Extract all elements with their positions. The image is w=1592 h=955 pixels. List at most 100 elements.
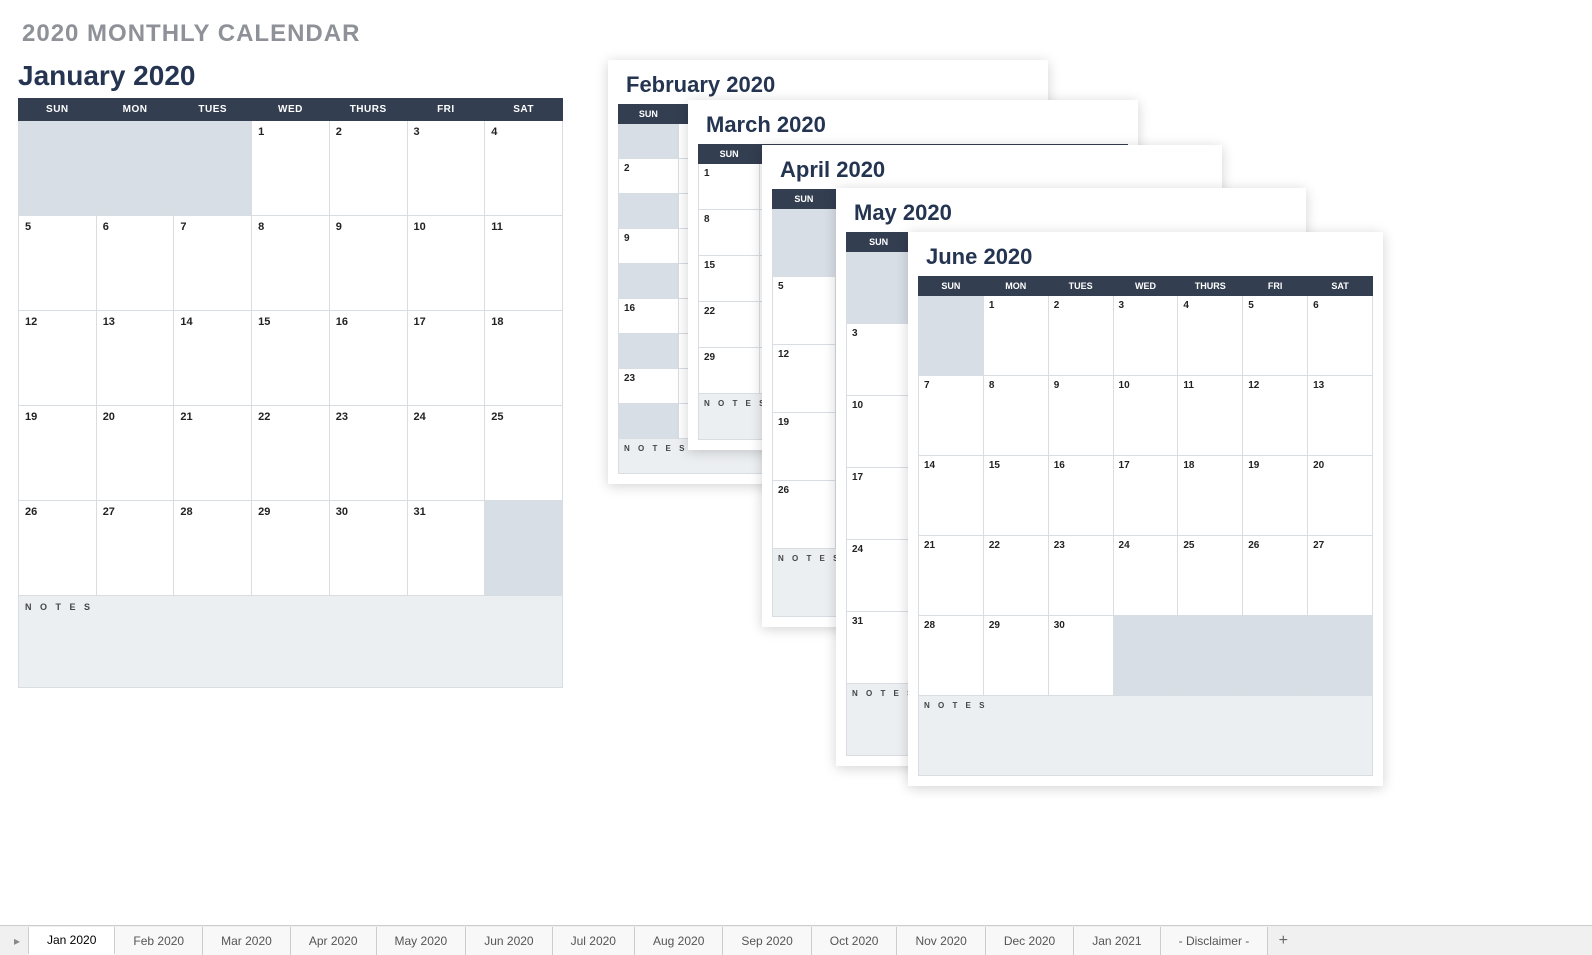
calendar-cell[interactable]: 5 [773, 277, 836, 345]
calendar-cell[interactable]: 24 [407, 406, 485, 501]
calendar-cell[interactable] [619, 404, 679, 439]
calendar-cell[interactable]: 13 [1308, 376, 1373, 456]
calendar-cell[interactable]: 18 [485, 311, 563, 406]
calendar-cell[interactable]: 6 [1308, 296, 1373, 376]
calendar-cell[interactable] [919, 296, 984, 376]
sheet-tab[interactable]: Jan 2020 [28, 927, 115, 955]
calendar-cell[interactable]: 21 [919, 536, 984, 616]
calendar-cell[interactable]: 3 [847, 324, 911, 396]
calendar-cell[interactable]: 10 [847, 396, 911, 468]
sheet-tab[interactable]: Apr 2020 [291, 927, 377, 955]
calendar-cell[interactable]: 13 [96, 311, 174, 406]
calendar-cell[interactable]: 12 [1243, 376, 1308, 456]
sheet-tab[interactable]: Dec 2020 [986, 927, 1074, 955]
calendar-notes[interactable]: N O T E S [19, 596, 563, 688]
sheet-tab[interactable]: Oct 2020 [812, 927, 898, 955]
calendar-cell[interactable]: 21 [174, 406, 252, 501]
calendar-cell[interactable]: 22 [699, 302, 760, 348]
calendar-cell[interactable]: 24 [847, 540, 911, 612]
calendar-cell[interactable] [619, 264, 679, 299]
calendar-cell[interactable]: 7 [919, 376, 984, 456]
calendar-cell[interactable]: 15 [252, 311, 330, 406]
add-sheet-button[interactable]: + [1268, 932, 1298, 950]
calendar-cell[interactable]: 22 [252, 406, 330, 501]
calendar-cell[interactable]: 9 [329, 216, 407, 311]
calendar-cell[interactable]: 9 [1048, 376, 1113, 456]
calendar-cell[interactable]: 20 [96, 406, 174, 501]
calendar-cell[interactable]: 27 [1308, 536, 1373, 616]
calendar-cell[interactable] [96, 121, 174, 216]
calendar-cell[interactable]: 11 [1178, 376, 1243, 456]
calendar-cell[interactable]: 1 [699, 164, 760, 210]
calendar-cell[interactable]: 3 [407, 121, 485, 216]
calendar-cell[interactable]: 26 [19, 501, 97, 596]
calendar-cell[interactable] [619, 124, 679, 159]
sheet-tab[interactable]: Sep 2020 [723, 927, 811, 955]
calendar-cell[interactable]: 3 [1113, 296, 1178, 376]
calendar-cell[interactable]: 16 [1048, 456, 1113, 536]
calendar-cell[interactable]: 10 [407, 216, 485, 311]
calendar-cell[interactable]: 2 [619, 159, 679, 194]
calendar-notes[interactable]: N O T E S [919, 696, 1373, 776]
sheet-tab[interactable]: Jun 2020 [466, 927, 552, 955]
sheet-tab[interactable]: Nov 2020 [897, 927, 985, 955]
calendar-cell[interactable]: 14 [919, 456, 984, 536]
sheet-nav-arrow[interactable]: ▸ [6, 930, 28, 952]
calendar-cell[interactable]: 19 [19, 406, 97, 501]
calendar-cell[interactable]: 11 [485, 216, 563, 311]
sheet-tab[interactable]: Jan 2021 [1074, 927, 1160, 955]
calendar-cell[interactable]: 25 [485, 406, 563, 501]
calendar-cell[interactable]: 8 [983, 376, 1048, 456]
calendar-cell[interactable]: 9 [619, 229, 679, 264]
calendar-cell[interactable]: 12 [773, 345, 836, 413]
calendar-cell[interactable]: 22 [983, 536, 1048, 616]
sheet-tab[interactable]: Aug 2020 [635, 927, 723, 955]
sheet-tab[interactable]: Mar 2020 [203, 927, 291, 955]
calendar-cell[interactable]: 15 [983, 456, 1048, 536]
calendar-cell[interactable]: 23 [1048, 536, 1113, 616]
calendar-cell[interactable]: 5 [1243, 296, 1308, 376]
calendar-cell[interactable]: 1 [252, 121, 330, 216]
calendar-cell[interactable] [847, 252, 911, 324]
sheet-tab[interactable]: - Disclaimer - [1161, 927, 1269, 955]
calendar-cell[interactable]: 30 [1048, 616, 1113, 696]
calendar-cell[interactable] [485, 501, 563, 596]
calendar-cell[interactable]: 16 [619, 299, 679, 334]
calendar-cell[interactable]: 10 [1113, 376, 1178, 456]
calendar-cell[interactable]: 2 [1048, 296, 1113, 376]
calendar-cell[interactable] [619, 194, 679, 229]
calendar-cell[interactable]: 4 [1178, 296, 1243, 376]
calendar-cell[interactable]: 18 [1178, 456, 1243, 536]
calendar-cell[interactable]: 5 [19, 216, 97, 311]
calendar-cell[interactable] [773, 209, 836, 277]
calendar-cell[interactable] [19, 121, 97, 216]
calendar-cell[interactable]: 31 [407, 501, 485, 596]
calendar-cell[interactable]: 26 [1243, 536, 1308, 616]
calendar-cell[interactable]: 31 [847, 612, 911, 684]
calendar-cell[interactable]: 19 [1243, 456, 1308, 536]
calendar-cell[interactable]: 24 [1113, 536, 1178, 616]
sheet-tab[interactable]: May 2020 [377, 927, 467, 955]
calendar-cell[interactable]: 12 [19, 311, 97, 406]
calendar-cell[interactable]: 28 [919, 616, 984, 696]
calendar-cell[interactable] [1178, 616, 1243, 696]
calendar-cell[interactable]: 17 [1113, 456, 1178, 536]
calendar-cell[interactable]: 25 [1178, 536, 1243, 616]
calendar-cell[interactable]: 20 [1308, 456, 1373, 536]
calendar-cell[interactable]: 8 [699, 210, 760, 256]
calendar-cell[interactable] [619, 334, 679, 369]
calendar-cell[interactable]: 23 [619, 369, 679, 404]
sheet-tab[interactable]: Feb 2020 [115, 927, 203, 955]
calendar-cell[interactable]: 28 [174, 501, 252, 596]
calendar-cell[interactable]: 30 [329, 501, 407, 596]
calendar-cell[interactable]: 1 [983, 296, 1048, 376]
calendar-cell[interactable]: 4 [485, 121, 563, 216]
calendar-cell[interactable]: 16 [329, 311, 407, 406]
calendar-cell[interactable]: 8 [252, 216, 330, 311]
calendar-cell[interactable]: 15 [699, 256, 760, 302]
calendar-cell[interactable] [1113, 616, 1178, 696]
calendar-cell[interactable]: 23 [329, 406, 407, 501]
calendar-cell[interactable]: 29 [983, 616, 1048, 696]
calendar-cell[interactable]: 14 [174, 311, 252, 406]
calendar-cell[interactable] [1243, 616, 1308, 696]
